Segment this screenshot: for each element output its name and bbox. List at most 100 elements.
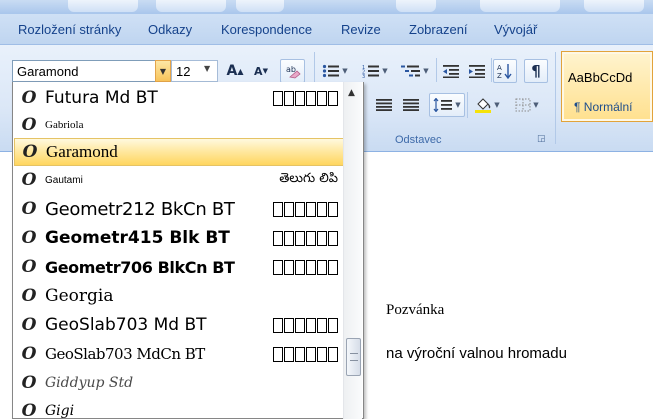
font-sample-boxes (273, 317, 338, 333)
sort-icon: A Z (497, 64, 512, 79)
decrease-indent-icon (443, 65, 459, 78)
opentype-icon: O (21, 199, 37, 219)
font-dropdown-button[interactable]: ▼ (155, 60, 171, 82)
multilevel-list-icon (401, 65, 421, 77)
opentype-icon: O (21, 401, 37, 419)
tab-references[interactable]: Odkazy (148, 22, 192, 37)
opentype-icon: O (21, 344, 37, 364)
ribbon-separator (491, 58, 492, 82)
sort-button[interactable]: A Z (493, 59, 517, 83)
shading-button[interactable]: ▼ (470, 94, 504, 116)
font-list-item-name: Georgia (45, 286, 114, 306)
svg-text:A: A (497, 64, 502, 72)
decrease-indent-button[interactable] (439, 60, 463, 82)
opentype-icon: O (22, 142, 38, 162)
numbering-icon: 1 2 3 (362, 65, 380, 78)
font-list-item[interactable]: O Georgia (14, 282, 344, 310)
font-sample-boxes (273, 230, 338, 246)
font-list-item-name: Geometr706 BlkCn BT (45, 257, 235, 277)
borders-icon (515, 98, 531, 112)
multilevel-list-button[interactable]: ▼ (397, 60, 433, 82)
opentype-icon: O (21, 115, 37, 135)
borders-button[interactable]: ▼ (509, 94, 545, 116)
font-list-item-name: Garamond (46, 142, 118, 161)
clear-formatting-icon: ab (286, 65, 301, 79)
ribbon-tabs: Rozložení stránky Odkazy Korespondence R… (0, 14, 653, 44)
font-sample-boxes (273, 90, 338, 106)
font-list-item-selected[interactable]: O Garamond (14, 138, 344, 166)
font-name-input[interactable]: Garamond (12, 60, 170, 82)
style-name-label: ¶ Normální (574, 100, 633, 114)
font-list-item[interactable]: O Geometr415 Blk BT (14, 224, 344, 252)
paint-bucket-icon (475, 98, 492, 113)
paragraph-dialog-launcher-icon[interactable]: ◲ (537, 134, 546, 144)
font-list-item-name: Futura Md BT (45, 88, 158, 108)
opentype-icon: O (21, 315, 37, 335)
bullets-button[interactable]: ▼ (318, 60, 352, 82)
tab-page-layout[interactable]: Rozložení stránky (18, 22, 121, 37)
ribbon-separator (436, 58, 437, 82)
align-justify-icon (403, 99, 419, 111)
svg-text:3: 3 (362, 74, 365, 78)
grow-font-button[interactable]: A ▲ (224, 60, 246, 82)
justify-button[interactable] (372, 94, 396, 116)
font-list-item-name: Geometr415 Blk BT (45, 228, 230, 248)
justify-icon (376, 99, 392, 111)
font-list-item[interactable]: O GeoSlab703 MdCn BT (14, 340, 344, 368)
increase-indent-button[interactable] (465, 60, 489, 82)
ribbon-separator (467, 92, 468, 118)
font-sample-boxes (273, 201, 338, 217)
font-sample-boxes (273, 259, 338, 275)
document-title: Pozvánka (386, 302, 445, 318)
tab-review[interactable]: Revize (341, 22, 381, 37)
font-list-item[interactable]: O Geometr706 BlkCn BT (14, 253, 344, 281)
font-list-item[interactable]: O Gautami తెలుగు లిపి (14, 166, 344, 194)
style-sample-text: AaBbCcDd (568, 70, 633, 85)
font-list-item[interactable]: O Gigi (14, 397, 344, 419)
scroll-up-arrow-icon[interactable]: ▲ (348, 88, 355, 98)
font-list-item-name: GeoSlab703 MdCn BT (45, 345, 205, 363)
line-spacing-button[interactable]: ▼ (429, 93, 465, 117)
svg-text:Z: Z (497, 72, 502, 79)
font-sample-boxes (273, 346, 338, 362)
font-list-item-name: Gautami (45, 174, 83, 186)
font-list-item-name: Gigi (45, 403, 75, 419)
opentype-icon: O (21, 88, 37, 108)
scrollbar-thumb[interactable] (346, 338, 361, 376)
font-list-scrollbar[interactable]: ▲ (343, 82, 362, 419)
font-list-item-name: Geometr212 BkCn BT (45, 198, 235, 220)
font-list-item-name: Gabriola (45, 119, 84, 131)
document-text-line: na výroční valnou hromadu (386, 345, 567, 362)
tab-developer[interactable]: Vývojář (494, 22, 537, 37)
opentype-icon: O (21, 257, 37, 277)
opentype-icon: O (21, 228, 37, 248)
opentype-icon: O (21, 170, 37, 190)
opentype-icon: O (21, 373, 37, 393)
font-sample-telugu: తెలుగు లిపి (279, 171, 338, 186)
font-dropdown-list[interactable]: O Futura Md BT O Gabriola O Garamond O G… (12, 82, 364, 419)
font-list-item[interactable]: O Futura Md BT (14, 84, 344, 112)
title-strip (0, 0, 653, 14)
align-justify-button[interactable] (400, 94, 422, 116)
bullets-icon (323, 64, 340, 78)
shrink-font-button[interactable]: A ▼ (250, 60, 272, 82)
ribbon-separator (555, 52, 556, 144)
font-size-input[interactable]: 12 (171, 60, 218, 82)
opentype-icon: O (21, 286, 37, 306)
font-list-item[interactable]: O Giddyup Std (14, 369, 344, 397)
increase-indent-icon (469, 65, 485, 78)
tab-view[interactable]: Zobrazení (409, 22, 468, 37)
font-size-dropdown-icon[interactable]: ▼ (204, 64, 210, 73)
paragraph-group-label: Odstavec (395, 134, 442, 146)
show-formatting-marks-button[interactable]: ¶ (524, 59, 548, 83)
font-list-item[interactable]: O Gabriola (14, 111, 344, 139)
font-list-item[interactable]: O Geometr212 BkCn BT (14, 195, 344, 223)
style-normal-card[interactable]: AaBbCcDd ¶ Normální (561, 51, 653, 122)
font-list-item[interactable]: O GeoSlab703 Md BT (14, 311, 344, 339)
line-spacing-icon (433, 98, 453, 112)
font-list-item-name: Giddyup Std (45, 375, 134, 391)
numbering-button[interactable]: 1 2 3 ▼ (358, 60, 392, 82)
clear-formatting-button[interactable]: ab (280, 59, 305, 83)
font-list-item-name: GeoSlab703 Md BT (45, 315, 207, 335)
tab-mailings[interactable]: Korespondence (221, 22, 312, 37)
